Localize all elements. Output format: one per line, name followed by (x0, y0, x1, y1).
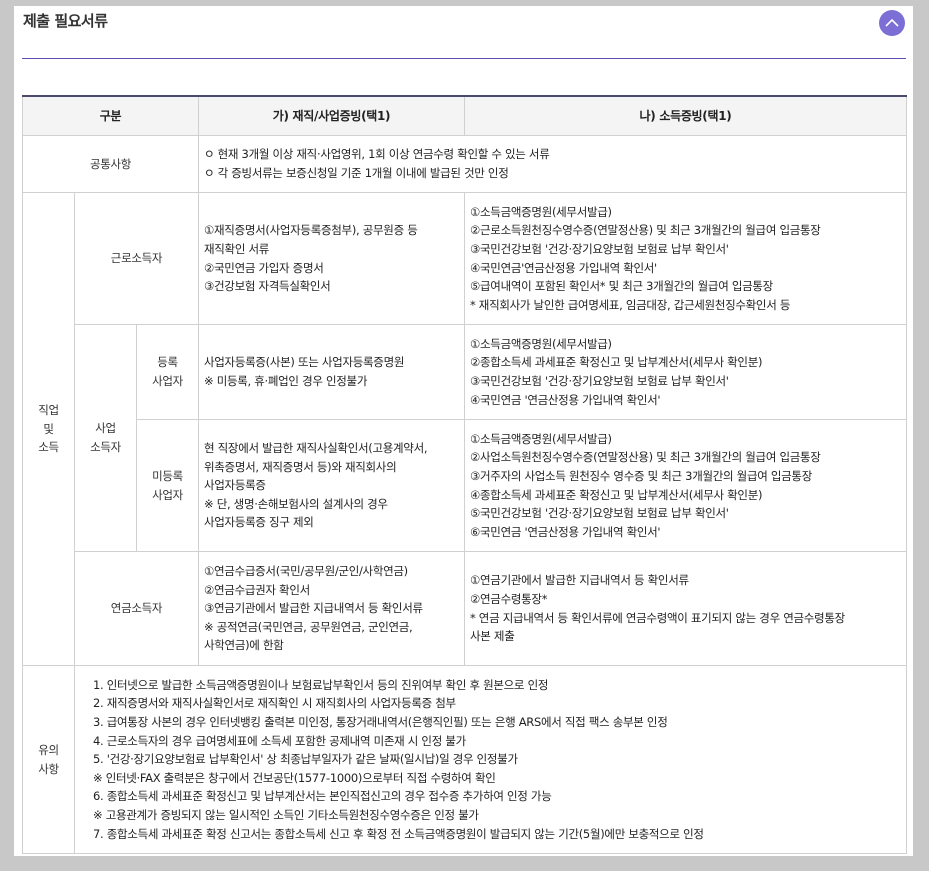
labor-col-a: ①재직증명서(사업자등록증첨부), 공무원증 등 재직확인 서류 ②국민연금 가… (198, 192, 465, 325)
notes-row: 유의 사항 1. 인터넷으로 발급한 소득금액증명원이나 보험료납부확인서 등의 … (22, 665, 907, 854)
list-item: 사업자등록증 (204, 478, 266, 493)
list-item: 사본 제출 (470, 629, 515, 644)
list-item: ②사업소득원천징수영수증(연말정산용) 및 최근 3개월간의 월급여 입금통장 (470, 450, 821, 465)
labor-row: 직업 및 소득 근로소득자 ①재직증명서(사업자등록증첨부), 공무원증 등 재직확… (22, 192, 907, 666)
note-item: 1. 인터넷으로 발급한 소득금액증명원이나 보험료납부확인서 등의 진위여부 … (93, 677, 549, 692)
list-item: ①연금수급증서(국민/공무원/군인/사학연금) (204, 564, 408, 579)
notes-label: 유의 사항 (22, 665, 75, 854)
list-item: ③연금기관에서 발급한 지급내역서 등 확인서류 (204, 601, 423, 616)
list-item: ⑤국민건강보험 '건강·장기요양보험 보험료 납부 확인서' (470, 506, 729, 521)
list-item: ①재직증명서(사업자등록증첨부), 공무원증 등 (204, 223, 418, 238)
list-item: ②국민연금 가입자 증명서 (204, 260, 324, 275)
notes-content: 1. 인터넷으로 발급한 소득금액증명원이나 보험료납부확인서 등의 진위여부 … (74, 665, 907, 854)
note-item: 5. '건강·장기요양보험료 납부확인서' 상 최종납부일자가 같은 날짜(일시… (93, 752, 518, 767)
note-item: ※ 고용관계가 증빙되지 않는 일시적인 소득인 기타소득원천징수영수증은 인정… (93, 807, 479, 822)
registered-business-row: 사업 소득자 등록 사업자 사업자등록증(사본) 또는 사업자등록증명원 ※ 미등록… (23, 324, 907, 552)
note-item: ※ 인터넷·FAX 출력분은 창구에서 건보공단(1577-1000)으로부터 … (93, 770, 496, 785)
registered-business-label: 등록 사업자 (136, 324, 199, 420)
list-item: 위촉증명서, 재직증명서 등)와 재직회사의 (204, 459, 397, 474)
list-item: 사학연금)에 한함 (204, 638, 284, 653)
common-content: ㅇ 현재 3개월 이상 재직·사업영위, 1회 이상 연금수령 확인할 수 있는… (198, 135, 907, 193)
list-item: ②연금수급권자 확인서 (204, 582, 310, 597)
pension-label: 연금소득자 (74, 551, 199, 666)
labor-col-b: ①소득금액증명원(세무서발급) ②근로소득원천징수영수증(연말정산용) 및 최근… (464, 192, 907, 325)
list-item: ③건강보험 자격득실확인서 (204, 279, 331, 294)
scroll-to-top-button[interactable] (879, 10, 905, 36)
list-item: ②종합소득세 과세표준 확정신고 및 납부계산서(세무사 확인분) (470, 355, 763, 370)
list-item: ⑥국민연금 '연금산정용 가입내역 확인서' (470, 524, 661, 539)
unregistered-business-row: 미등록 사업자 현 직장에서 발급한 재직사실확인서(고용계약서, 위촉증명서, … (23, 419, 907, 552)
list-item: ①연금기관에서 발급한 지급내역서 등 확인서류 (470, 573, 689, 588)
list-item: ※ 단, 생명·손해보험사의 설계사의 경우 (204, 496, 388, 511)
table-header-row: 구분 가) 재직/사업증빙(택1) 나) 소득증빙(택1) (22, 95, 907, 136)
unregistered-col-a: 현 직장에서 발급한 재직사실확인서(고용계약서, 위촉증명서, 재직증명서 등… (198, 419, 465, 552)
note-item: 4. 근로소득자의 경우 급여명세표에 소득세 포함한 공제내역 미존재 시 인… (93, 733, 466, 748)
header-col-b: 나) 소득증빙(택1) (464, 95, 907, 136)
list-item: ④국민연금 '연금산정용 가입내역 확인서' (470, 392, 661, 407)
note-item: 3. 급여통장 사본의 경우 인터넷뱅킹 출력본 미인정, 통장거래내역서(은행… (93, 715, 668, 730)
list-item: ①소득금액증명원(세무서발급) (470, 204, 612, 219)
list-item: ③거주자의 사업소득 원천징수 영수증 및 최근 3개월간의 월급여 입금통장 (470, 468, 812, 483)
common-item: ㅇ 각 증빙서류는 보증신청일 기준 1개월 이내에 발급된 것만 인정 (204, 166, 509, 180)
required-documents-panel: 제출 필요서류 구분 가) 재직/사업증빙(택1) 나) 소득증빙(택1) 공통… (14, 6, 913, 856)
common-item: ㅇ 현재 3개월 이상 재직·사업영위, 1회 이상 연금수령 확인할 수 있는… (204, 147, 550, 162)
common-label: 공통사항 (22, 135, 199, 193)
common-row: 공통사항 ㅇ 현재 3개월 이상 재직·사업영위, 1회 이상 연금수령 확인할… (22, 135, 907, 193)
note-item: 2. 재직증명서와 재직사실확인서로 재직확인 시 재직회사의 사업자등록증 첨… (93, 696, 456, 711)
list-item: 재직확인 서류 (204, 241, 270, 256)
note-item: 6. 종합소득세 과세표준 확정신고 및 납부계산서는 본인직접신고의 경우 접… (93, 789, 552, 804)
list-item: ③국민건강보험 '건강·장기요양보험 보험료 납부 확인서' (470, 374, 729, 388)
job-income-label: 직업 및 소득 (22, 192, 75, 666)
pension-row: 연금소득자 ①연금수급증서(국민/공무원/군인/사학연금) ②연금수급권자 확인… (23, 551, 907, 666)
list-item: 사업자등록증 징구 제외 (204, 515, 314, 530)
unregistered-business-label: 미등록 사업자 (136, 419, 199, 552)
chevron-up-icon (885, 18, 899, 27)
list-item: * 재직회사가 날인한 급여명세표, 임금대장, 갑근세원천징수확인서 등 (470, 297, 791, 312)
list-item: 사업자등록증(사본) 또는 사업자등록증명원 (204, 355, 405, 370)
list-item: 현 직장에서 발급한 재직사실확인서(고용계약서, (204, 441, 428, 456)
header-col-a: 가) 재직/사업증빙(택1) (198, 95, 465, 136)
list-item: ※ 미등록, 휴·폐업인 경우 인정불가 (204, 374, 368, 388)
registered-col-b: ①소득금액증명원(세무서발급) ②종합소득세 과세표준 확정신고 및 납부계산서… (464, 324, 907, 420)
list-item: ①소득금액증명원(세무서발급) (470, 431, 612, 446)
page-title: 제출 필요서류 (23, 12, 108, 30)
registered-col-a: 사업자등록증(사본) 또는 사업자등록증명원 ※ 미등록, 휴·폐업인 경우 인… (198, 324, 465, 420)
note-item: 7. 종합소득세 과세표준 확정 신고서는 종합소득세 신고 후 확정 전 소득… (93, 826, 704, 841)
header-category: 구분 (22, 95, 199, 136)
pension-col-b: ①연금기관에서 발급한 지급내역서 등 확인서류 ②연금수령통장* * 연금 지… (464, 551, 907, 666)
list-item: ④종합소득세 과세표준 확정신고 및 납부계산서(세무사 확인분) (470, 487, 763, 502)
title-divider (22, 58, 906, 59)
business-income-label: 사업 소득자 (74, 324, 137, 552)
pension-col-a: ①연금수급증서(국민/공무원/군인/사학연금) ②연금수급권자 확인서 ③연금기… (198, 551, 465, 666)
unregistered-col-b: ①소득금액증명원(세무서발급) ②사업소득원천징수영수증(연말정산용) 및 최근… (464, 419, 907, 552)
list-item: ④국민연금'연금산정용 가입내역 확인서' (470, 260, 657, 275)
list-item: * 연금 지급내역서 등 확인서류에 연금수령액이 표기되지 않는 경우 연금수… (470, 610, 845, 625)
list-item: ①소득금액증명원(세무서발급) (470, 336, 612, 351)
list-item: ③국민건강보험 '건강·장기요양보험 보험료 납부 확인서' (470, 241, 729, 256)
documents-table: 구분 가) 재직/사업증빙(택1) 나) 소득증빙(택1) 공통사항 ㅇ 현재 … (22, 95, 907, 854)
list-item: ②연금수령통장* (470, 591, 548, 606)
labor-label: 근로소득자 (74, 192, 199, 325)
list-item: ⑤급여내역이 포함된 확인서* 및 최근 3개월간의 월급여 입금통장 (470, 279, 773, 294)
list-item: ※ 공적연금(국민연금, 공무원연금, 군인연금, (204, 619, 413, 634)
list-item: ②근로소득원천징수영수증(연말정산용) 및 최근 3개월간의 월급여 입금통장 (470, 223, 821, 238)
